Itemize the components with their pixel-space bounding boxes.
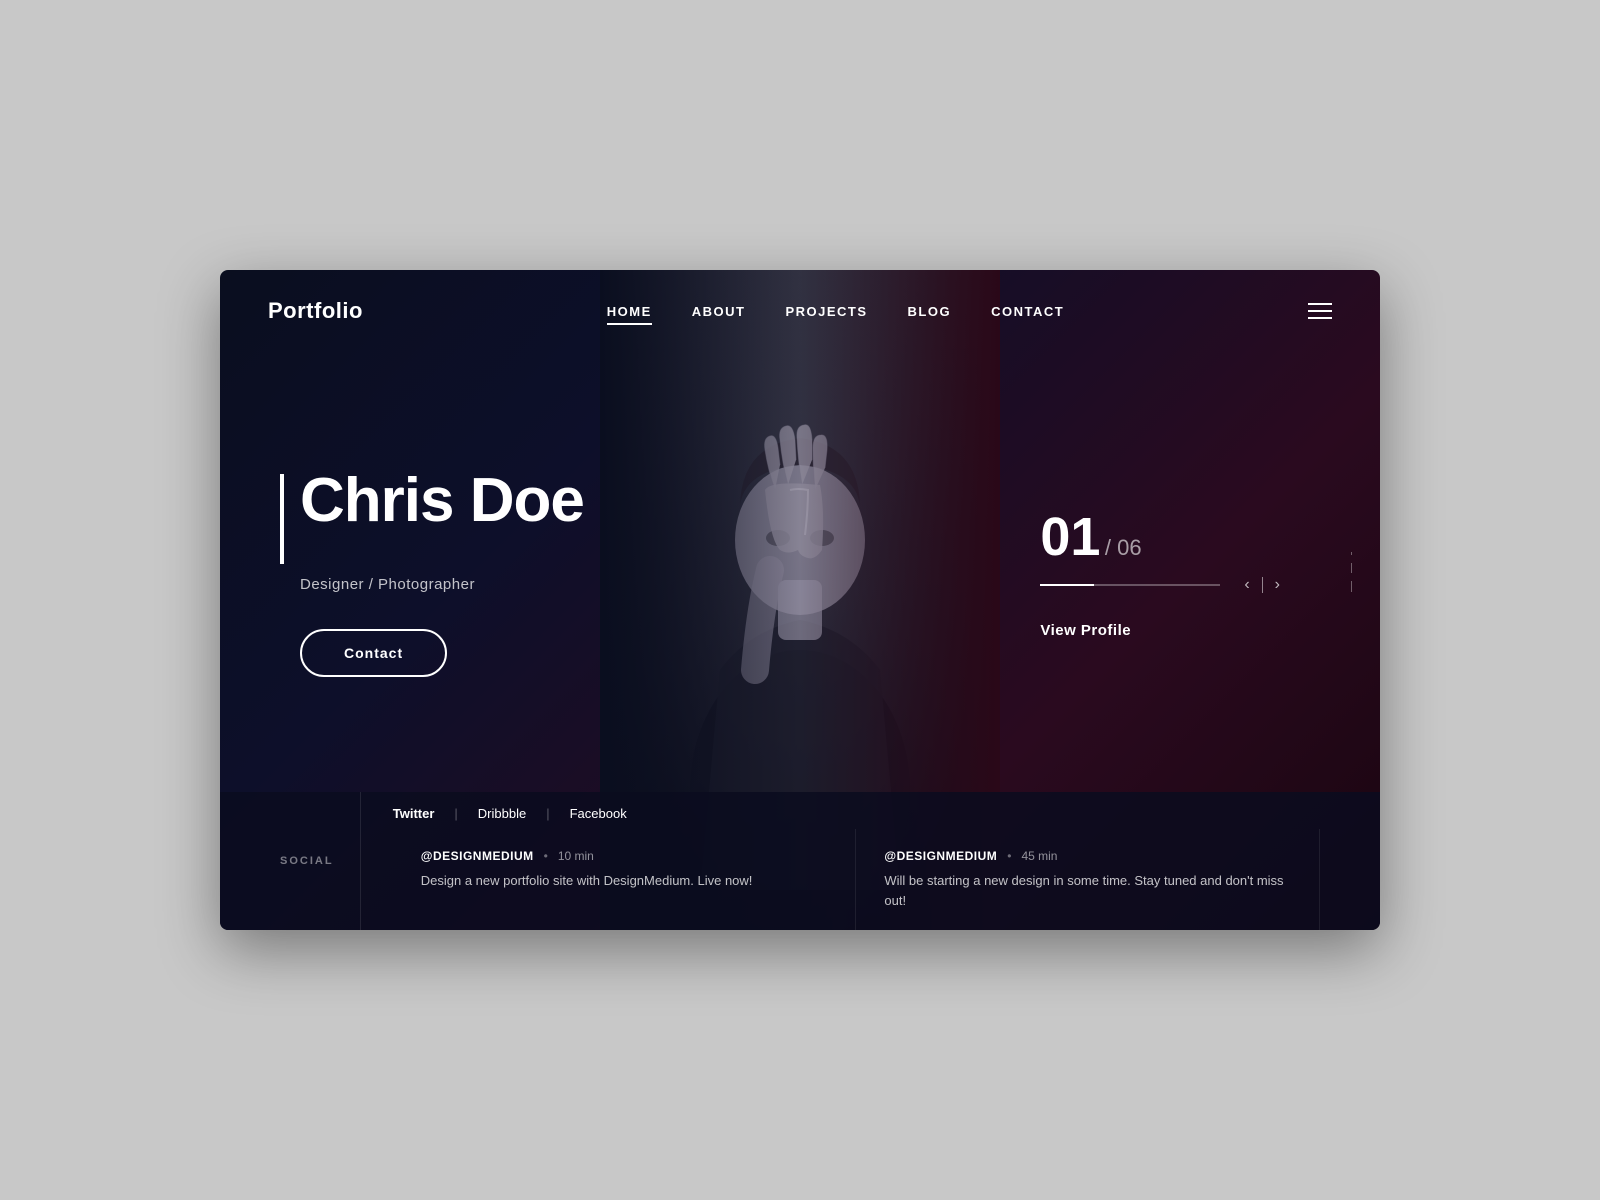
nav-item-home[interactable]: HOME	[607, 304, 652, 319]
tweet-1-text: Design a new portfolio site with DesignM…	[421, 871, 828, 891]
prev-arrow[interactable]: ‹	[1244, 576, 1249, 594]
slide-total: / 06	[1105, 535, 1142, 560]
tweet-2-header: @DESIGNMEDIUM • 45 min	[884, 849, 1291, 863]
tweets-row: @DESIGNMEDIUM • 10 min Design a new port…	[393, 829, 1320, 930]
site-wrapper: Portfolio HOME ABOUT PROJECTS BLOG CONTA…	[220, 270, 1380, 930]
social-link-twitter[interactable]: Twitter	[393, 806, 435, 821]
nav: HOME ABOUT PROJECTS BLOG CONTACT	[607, 304, 1064, 319]
hamburger-menu[interactable]	[1308, 303, 1332, 319]
tweet-1-header: @DESIGNMEDIUM • 10 min	[421, 849, 828, 863]
hero-section: Chris Doe Designer / Photographer Contac…	[220, 352, 1380, 792]
hero-name: Chris Doe	[300, 468, 584, 533]
slide-counter-row: 01 / 06	[1040, 506, 1280, 568]
header: Portfolio HOME ABOUT PROJECTS BLOG CONTA…	[220, 270, 1380, 352]
social-sep-1: |	[454, 806, 457, 821]
social-link-facebook[interactable]: Facebook	[570, 806, 627, 821]
nav-item-projects[interactable]: PROJECTS	[785, 304, 867, 319]
hero-left: Chris Doe Designer / Photographer Contac…	[280, 468, 584, 677]
browser-window: Portfolio HOME ABOUT PROJECTS BLOG CONTA…	[220, 270, 1380, 930]
tweet-2-time: 45 min	[1021, 849, 1057, 863]
hero-name-block: Chris Doe	[280, 468, 584, 564]
hamburger-line-1	[1308, 303, 1332, 305]
vert-seg-top	[1351, 552, 1352, 555]
tweet-2-handle: @DESIGNMEDIUM	[884, 849, 997, 863]
social-links-row: Twitter | Dribbble | Facebook	[393, 792, 1320, 829]
tweet-1-handle: @DESIGNMEDIUM	[421, 849, 534, 863]
vert-seg-bot	[1351, 581, 1352, 592]
vert-seg-mid	[1351, 563, 1352, 574]
nav-item-contact[interactable]: CONTACT	[991, 304, 1064, 319]
hero-title: Designer / Photographer	[300, 576, 584, 593]
tweet-1: @DESIGNMEDIUM • 10 min Design a new port…	[393, 829, 857, 930]
nav-item-about[interactable]: ABOUT	[692, 304, 746, 319]
nav-item-blog[interactable]: BLOG	[908, 304, 952, 319]
bottom-bar: SOCIAL Twitter | Dribbble | Facebook @DE…	[220, 792, 1380, 930]
tweet-2-dot: •	[1007, 849, 1011, 863]
next-arrow[interactable]: ›	[1275, 576, 1280, 594]
hero-right: 01 / 06 ‹ › View Profile	[1040, 506, 1320, 639]
right-vertical-line	[1351, 552, 1352, 592]
social-link-dribbble[interactable]: Dribbble	[478, 806, 526, 821]
social-sep-2: |	[546, 806, 549, 821]
logo[interactable]: Portfolio	[268, 298, 363, 324]
hamburger-line-2	[1308, 310, 1332, 312]
social-label: SOCIAL	[280, 855, 328, 867]
tweet-2: @DESIGNMEDIUM • 45 min Will be starting …	[856, 829, 1320, 930]
slide-controls-row: ‹ ›	[1040, 576, 1280, 594]
contact-button[interactable]: Contact	[300, 629, 447, 677]
name-accent-bar	[280, 474, 284, 564]
slide-arrows: ‹ ›	[1244, 576, 1280, 594]
view-profile-link[interactable]: View Profile	[1040, 622, 1280, 639]
slide-progress-bar	[1040, 584, 1220, 586]
slide-current: 01	[1040, 507, 1100, 567]
tweet-1-dot: •	[544, 849, 548, 863]
tweet-2-text: Will be starting a new design in some ti…	[884, 871, 1291, 910]
bottom-bar-inner: Twitter | Dribbble | Facebook @DESIGNMED…	[393, 792, 1320, 930]
slide-progress-fill	[1040, 584, 1094, 586]
tweet-1-time: 10 min	[558, 849, 594, 863]
social-section: SOCIAL	[280, 792, 361, 930]
hamburger-line-3	[1308, 317, 1332, 319]
arrow-divider	[1262, 577, 1263, 593]
